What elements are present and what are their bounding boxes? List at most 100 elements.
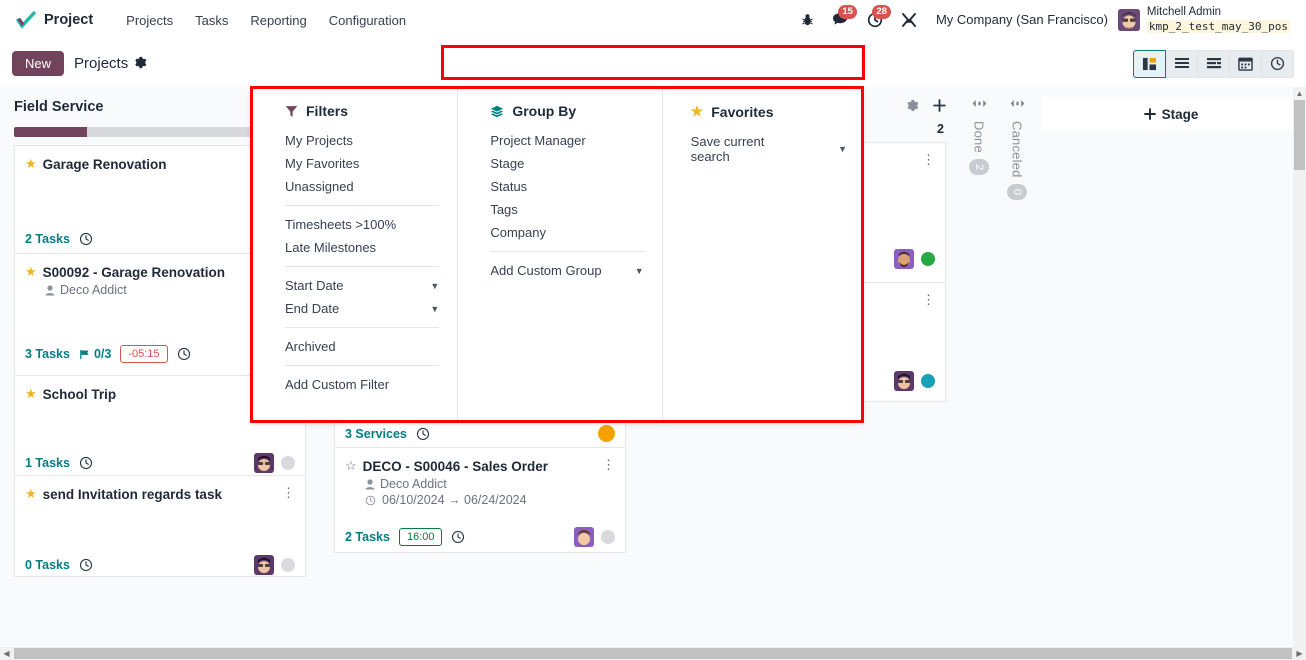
status-dot[interactable] [598, 425, 615, 442]
status-dot[interactable] [281, 456, 295, 470]
card-right-meta [254, 555, 295, 575]
view-kanban-button[interactable] [1133, 49, 1166, 78]
card-tasks-count[interactable]: 1 Tasks [25, 456, 70, 470]
add-stage-button[interactable]: Stage [1042, 97, 1300, 131]
clock-icon[interactable] [79, 558, 93, 572]
card-footer: 1 Tasks [25, 453, 295, 473]
groupby-tags[interactable]: Tags [490, 198, 643, 221]
filter-late-milestones[interactable]: Late Milestones [285, 236, 439, 259]
status-dot[interactable] [921, 252, 935, 266]
company-switcher[interactable]: My Company (San Francisco) [926, 12, 1118, 27]
odoo-check-logo-icon [16, 11, 36, 29]
groupby-project-manager[interactable]: Project Manager [490, 129, 643, 152]
vertical-scrollbar[interactable]: ▲ [1293, 87, 1306, 647]
horizontal-scrollbar[interactable]: ◀ ▶ [0, 647, 1306, 660]
clock-icon[interactable] [79, 232, 93, 246]
filter-timesheets-over-100[interactable]: Timesheets >100% [285, 213, 439, 236]
kanban-column-done-collapsed[interactable]: Done 2 [960, 87, 998, 176]
status-dot[interactable] [281, 558, 295, 572]
scroll-right-arrow[interactable]: ▶ [1293, 649, 1306, 658]
favorite-star-icon[interactable]: ★ [25, 386, 37, 402]
chevron-down-icon: ▼ [634, 265, 644, 276]
groupby-stage[interactable]: Stage [490, 152, 643, 175]
view-activity-button[interactable] [1261, 49, 1294, 78]
person-icon [45, 284, 55, 295]
view-list-button[interactable] [1165, 49, 1198, 78]
divider [285, 266, 440, 267]
chevron-down-icon: ▼ [430, 303, 440, 314]
avatar[interactable] [254, 555, 274, 575]
filter-start-date[interactable]: Start Date ▼ [285, 274, 439, 297]
card-tasks-count[interactable]: 2 Tasks [25, 232, 70, 246]
avatar[interactable] [894, 249, 914, 269]
filter-my-projects[interactable]: My Projects [285, 129, 439, 152]
clock-icon[interactable] [416, 427, 430, 441]
clock-icon[interactable] [79, 456, 93, 470]
favorite-star-icon[interactable]: ★ [25, 264, 37, 280]
filter-my-favorites[interactable]: My Favorites [285, 152, 439, 175]
brand-block[interactable]: Project [16, 11, 93, 29]
kebab-menu-icon[interactable]: ⋮ [602, 458, 615, 472]
gear-icon[interactable] [906, 99, 919, 115]
status-dot[interactable] [921, 374, 935, 388]
user-menu[interactable]: Mitchell Admin kmp_2_test_may_30_pos [1117, 6, 1296, 34]
favorite-save-current-search[interactable]: Save current search ▼ [691, 130, 847, 168]
divider [285, 205, 440, 206]
menu-item-projects[interactable]: Projects [115, 7, 184, 34]
activities-clock-icon[interactable]: 28 [858, 4, 892, 32]
avatar[interactable] [894, 371, 914, 391]
card-title: Garage Renovation [42, 157, 167, 172]
odoo-project-kanban-page: Project Projects Tasks Reporting Configu… [0, 0, 1306, 660]
user-name: Mitchell Admin [1146, 6, 1222, 19]
favorite-star-icon[interactable]: ☆ [345, 458, 357, 474]
expand-collapse-icon[interactable] [1010, 99, 1025, 111]
kanban-column-canceled-collapsed[interactable]: Canceled 0 [998, 87, 1036, 200]
expand-collapse-icon[interactable] [972, 99, 987, 111]
horizontal-scroll-thumb[interactable] [14, 648, 1292, 659]
scroll-left-arrow[interactable]: ◀ [0, 649, 13, 658]
filter-add-custom-filter[interactable]: Add Custom Filter [285, 373, 439, 396]
view-calendar-button[interactable] [1229, 49, 1262, 78]
view-list-detail-button[interactable] [1197, 49, 1230, 78]
filter-end-date[interactable]: End Date ▼ [285, 297, 439, 320]
menu-item-reporting[interactable]: Reporting [239, 7, 317, 34]
card-date-range: 06/10/2024 → 06/24/2024 [345, 493, 615, 507]
clock-icon[interactable] [177, 347, 191, 361]
filter-archived[interactable]: Archived [285, 335, 439, 358]
clock-icon[interactable] [451, 530, 465, 544]
scroll-up-arrow[interactable]: ▲ [1293, 87, 1306, 100]
card-tasks-count[interactable]: 2 Tasks [345, 530, 390, 544]
card-tasks-count[interactable]: 3 Services [345, 427, 407, 441]
bug-icon[interactable] [792, 9, 823, 31]
menu-item-tasks[interactable]: Tasks [184, 7, 239, 34]
filter-unassigned[interactable]: Unassigned [285, 175, 439, 198]
card-title-row: ★ send Invitation regards task ⋮ [25, 486, 295, 503]
kebab-menu-icon[interactable]: ⋮ [922, 293, 935, 307]
avatar[interactable] [254, 453, 274, 473]
new-button[interactable]: New [12, 51, 65, 76]
card-time-badge: 16:00 [398, 528, 443, 546]
messages-icon[interactable]: 15 [823, 5, 858, 31]
kanban-card[interactable]: ★ send Invitation regards task ⋮ 0 Tasks [14, 475, 306, 577]
kebab-menu-icon[interactable]: ⋮ [922, 153, 935, 167]
apps-switcher-icon[interactable] [892, 8, 926, 32]
plus-icon[interactable] [933, 99, 946, 115]
favorite-star-icon[interactable]: ★ [25, 156, 37, 172]
kebab-menu-icon[interactable]: ⋮ [282, 486, 295, 500]
avatar[interactable] [574, 527, 594, 547]
groupby-company[interactable]: Company [490, 221, 643, 244]
user-text-block: Mitchell Admin kmp_2_test_may_30_pos [1146, 6, 1290, 34]
menu-item-configuration[interactable]: Configuration [318, 7, 417, 34]
vertical-scroll-thumb[interactable] [1294, 100, 1305, 170]
breadcrumb-label[interactable]: Projects [74, 55, 128, 72]
divider [490, 251, 644, 252]
status-dot[interactable] [601, 530, 615, 544]
groupby-status[interactable]: Status [490, 175, 643, 198]
card-footer: 2 Tasks 16:00 [345, 527, 615, 547]
gear-icon[interactable] [134, 56, 147, 72]
favorite-star-icon[interactable]: ★ [25, 486, 37, 502]
card-tasks-count[interactable]: 3 Tasks [25, 347, 70, 361]
groupby-add-custom-group[interactable]: Add Custom Group ▼ [490, 259, 643, 282]
kanban-card[interactable]: ☆ DECO - S00046 - Sales Order ⋮ Deco Add… [334, 447, 626, 553]
card-tasks-count[interactable]: 0 Tasks [25, 558, 70, 572]
